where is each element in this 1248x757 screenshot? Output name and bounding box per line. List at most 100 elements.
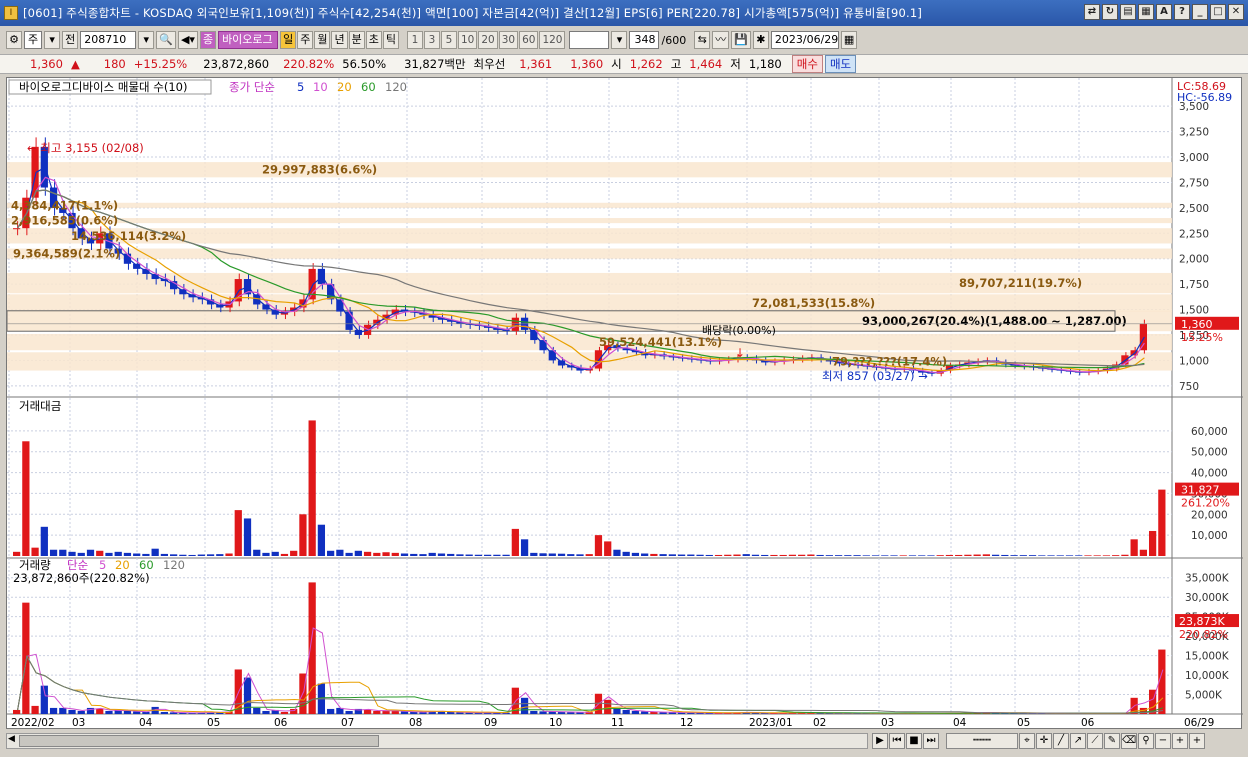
all-button[interactable]: 전 xyxy=(62,31,79,49)
amount-bar xyxy=(714,554,723,556)
interval-button-1[interactable]: 1 xyxy=(406,31,423,49)
interval-button-5[interactable]: 5 xyxy=(440,31,457,49)
search-icon[interactable]: 🔍 xyxy=(156,31,176,49)
calendar-icon[interactable]: ▦ xyxy=(840,31,858,49)
amount-bar xyxy=(179,554,187,556)
zoom-plus-button[interactable]: + xyxy=(1172,733,1188,749)
print-icon[interactable]: ▤ xyxy=(1120,4,1136,20)
code-input[interactable]: 208710 xyxy=(80,31,137,49)
volume-last-value: 23,873K xyxy=(1179,615,1225,628)
interval-button-120[interactable]: 120 xyxy=(539,31,566,49)
price-tick-label: 1,750 xyxy=(1179,279,1209,291)
amount-bar xyxy=(216,554,224,556)
zoom-minus-button[interactable]: − xyxy=(1155,733,1171,749)
options-icon[interactable]: ✱ xyxy=(752,31,769,49)
count-input[interactable]: 348 xyxy=(629,31,660,49)
volume-profile-label: 59,524,441(13.1%) xyxy=(599,335,722,349)
chart-canvas[interactable]: 2022/02 03 04 05 06 07 08 09 10 11 12 2023/01 02 03 04… xyxy=(7,78,1243,730)
help-icon[interactable]: ? xyxy=(1174,4,1190,20)
scroll-thumb[interactable] xyxy=(19,735,379,747)
chart-type-icon[interactable]: ▦ xyxy=(1138,4,1154,20)
indicator-icon[interactable]: 〰 xyxy=(712,31,730,49)
link-icon[interactable]: ⇄ xyxy=(1084,4,1100,20)
volume-profile-label: 79,???,???(17.4%) xyxy=(832,354,947,368)
amount-bar xyxy=(807,554,815,556)
volume-profile-label: 9,364,589(2.1%) xyxy=(13,247,120,261)
period-button-3[interactable]: 년 xyxy=(331,31,348,49)
speaker-icon[interactable]: ◀▾ xyxy=(177,31,198,49)
amount-bar xyxy=(862,555,870,556)
code-dropdown-icon[interactable]: ▾ xyxy=(138,31,155,49)
sell-button[interactable]: 매도 xyxy=(824,55,857,73)
ask-price: 1,361 xyxy=(519,57,553,71)
x-tick-label: 2023/01 xyxy=(749,717,793,729)
period-button-6[interactable]: 틱 xyxy=(382,31,399,49)
chart-area[interactable]: 2022/02 03 04 05 06 07 08 09 10 11 12 2023/01 02 03 04… xyxy=(6,77,1243,730)
amount-bar xyxy=(299,514,307,556)
horizontal-scrollbar[interactable]: ◀ xyxy=(6,733,868,749)
interval-button-30[interactable]: 30 xyxy=(498,31,519,49)
crosshair-icon[interactable]: ✛ xyxy=(1036,733,1052,749)
price-tick-label: 2,500 xyxy=(1179,203,1209,215)
app-icon: I xyxy=(4,6,18,20)
type-dropdown-icon[interactable]: ▾ xyxy=(44,31,61,49)
save-icon[interactable]: 💾 xyxy=(731,31,751,49)
open-label: 시 xyxy=(611,57,622,71)
period-button-2[interactable]: 월 xyxy=(314,31,331,49)
period-button-5[interactable]: 초 xyxy=(365,31,382,49)
price-tick-label: 2,250 xyxy=(1179,228,1209,240)
candle-body xyxy=(262,304,270,310)
volume-bar xyxy=(77,710,85,714)
type-select[interactable]: 주 xyxy=(24,31,43,49)
volume-profile-label: 89,707,211(19.7%) xyxy=(959,276,1082,290)
period-button-1[interactable]: 주 xyxy=(297,31,314,49)
amount-bar xyxy=(705,554,713,556)
period-button-0[interactable]: 일 xyxy=(280,31,297,49)
ray-icon[interactable]: ⟋ xyxy=(1087,733,1103,749)
volume-bar xyxy=(604,699,612,714)
amount-bar xyxy=(345,552,353,556)
buy-button[interactable]: 매수 xyxy=(791,55,823,73)
compare-icon[interactable]: ⇆ xyxy=(694,31,711,49)
last-icon[interactable]: ⏭ xyxy=(923,733,939,749)
close-button[interactable]: ✕ xyxy=(1228,4,1244,20)
play-icon[interactable]: ▶ xyxy=(872,733,888,749)
amount-bar xyxy=(40,526,48,556)
scroll-left-icon[interactable]: ◀ xyxy=(8,734,15,744)
interval-button-10[interactable]: 10 xyxy=(457,31,478,49)
amount-bar xyxy=(373,552,381,556)
minimize-button[interactable]: _ xyxy=(1192,4,1208,20)
first-icon[interactable]: ⏮ xyxy=(889,733,905,749)
amount-bar xyxy=(243,518,252,556)
amount-bar xyxy=(419,554,427,556)
volume-bar xyxy=(13,709,21,714)
x-tick-label: 10 xyxy=(549,717,562,729)
line-icon[interactable]: ╱ xyxy=(1053,733,1069,749)
interval-button-20[interactable]: 20 xyxy=(478,31,498,49)
interval-button-60[interactable]: 60 xyxy=(519,31,539,49)
erase-icon[interactable]: ⌫ xyxy=(1121,733,1137,749)
interval-dropdown-icon[interactable]: ▾ xyxy=(611,31,628,49)
interval-input[interactable] xyxy=(569,31,610,49)
volume-bar xyxy=(530,710,538,714)
chart-settings-icon[interactable]: ⚙ xyxy=(6,31,22,49)
trend-icon[interactable]: ↗ xyxy=(1070,733,1086,749)
cursor-icon[interactable]: ⌖ xyxy=(1019,733,1035,749)
maximize-button[interactable]: □ xyxy=(1210,4,1226,20)
candle-body xyxy=(317,268,326,285)
date-input[interactable]: 2023/06/29 xyxy=(770,31,839,49)
text-icon[interactable]: A xyxy=(1156,4,1172,20)
interval-button-3[interactable]: 3 xyxy=(423,31,440,49)
draw-icon[interactable]: ✎ xyxy=(1104,733,1120,749)
zoom-slider[interactable]: ┅┅┅ xyxy=(946,733,1018,749)
period-button-4[interactable]: 분 xyxy=(348,31,365,49)
low-note: 최저 857 (03/27) → xyxy=(822,369,928,383)
refresh-icon[interactable]: ↻ xyxy=(1102,4,1118,20)
amount-bar xyxy=(49,549,58,556)
amount-bar xyxy=(391,552,399,556)
zoom-fit-button[interactable]: + xyxy=(1189,733,1205,749)
magnifier-icon[interactable]: ⚲ xyxy=(1138,733,1154,749)
stop-icon[interactable]: ■ xyxy=(906,733,922,749)
stock-name: 바이오로그 xyxy=(218,31,279,49)
volume-bar xyxy=(31,705,39,714)
